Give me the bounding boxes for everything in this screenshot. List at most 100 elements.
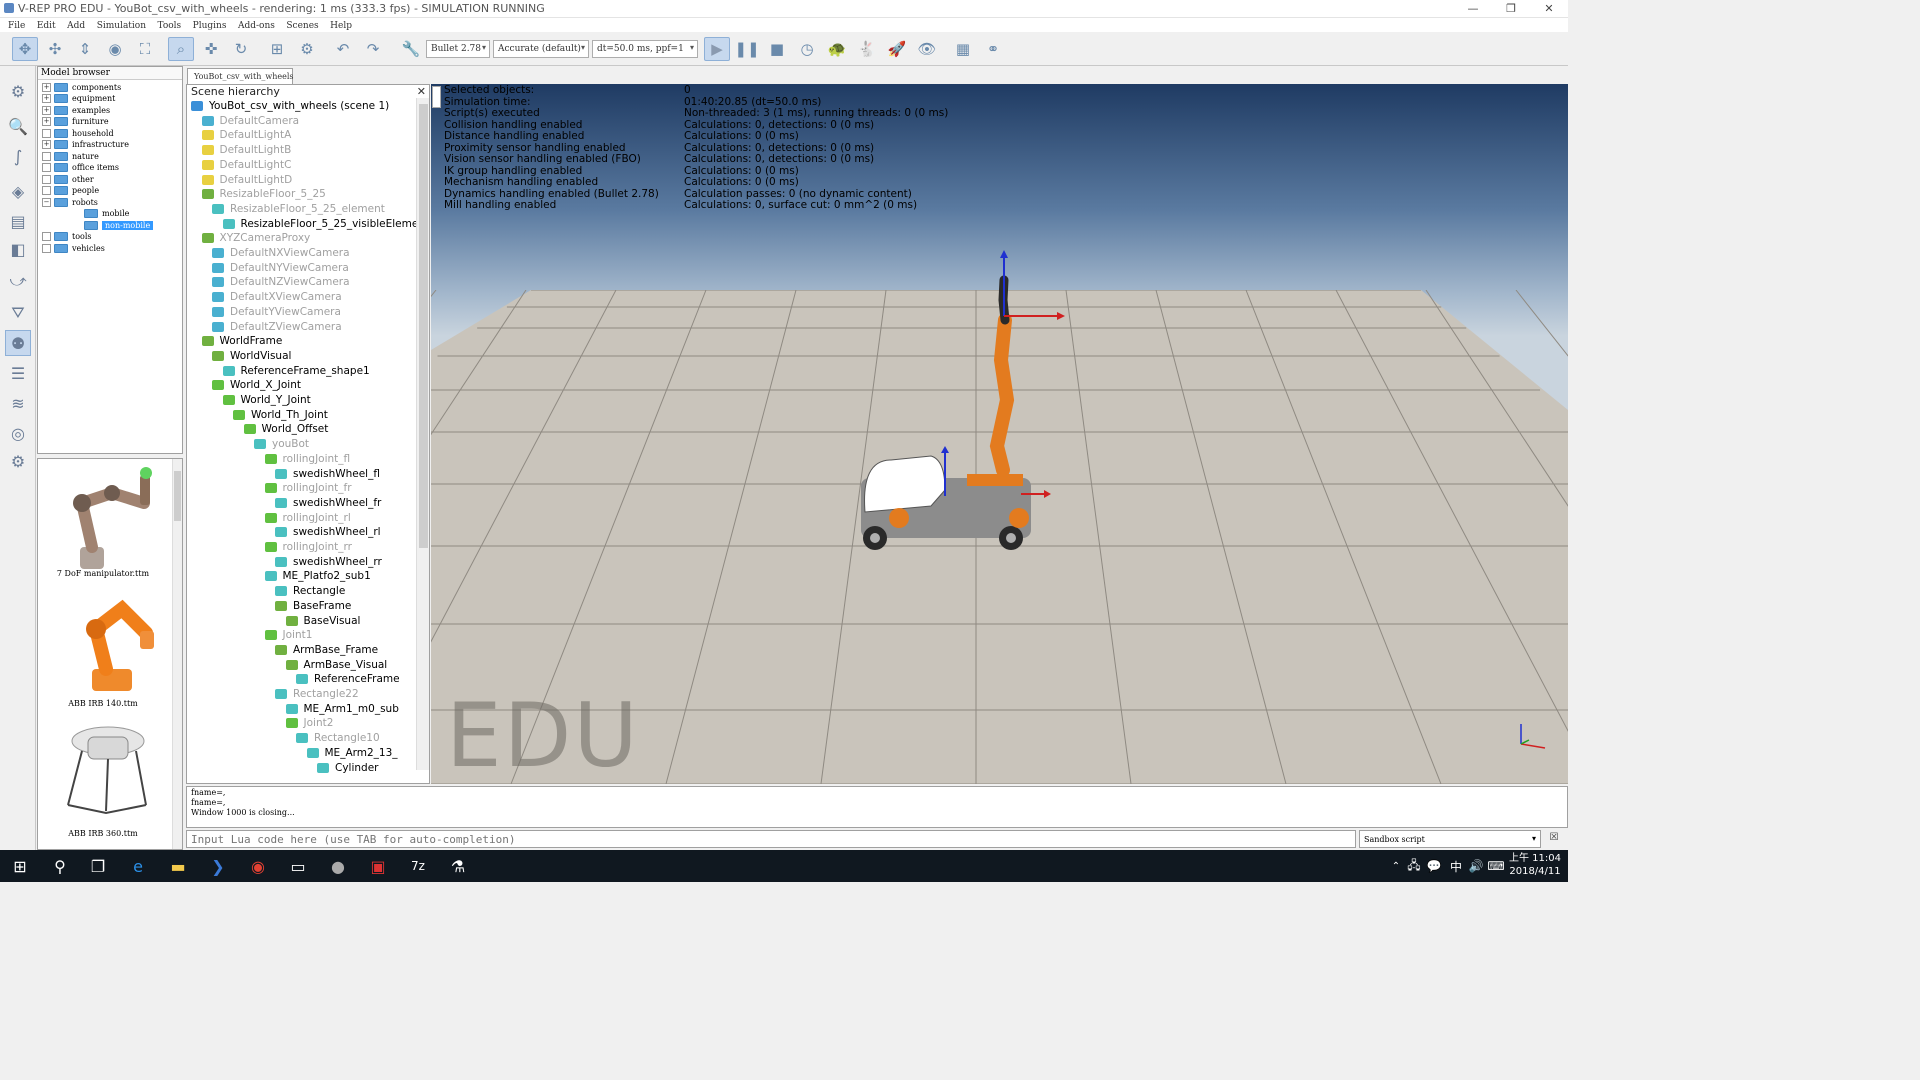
model-folder-item[interactable]: tools xyxy=(42,231,92,243)
script-icon[interactable]: ∫ xyxy=(5,143,31,169)
selection-icon[interactable]: ⛛ xyxy=(5,300,31,326)
chevron-up-icon[interactable]: ⌃ xyxy=(1386,850,1406,882)
slow-down-icon[interactable]: 🐢 xyxy=(824,37,850,61)
camera-shift-icon[interactable]: ⇕ xyxy=(72,37,98,61)
hierarchy-item[interactable]: DefaultZViewCamera xyxy=(212,320,342,334)
realtime-mode-icon[interactable]: ◷ xyxy=(794,37,820,61)
shape-edit-icon[interactable]: ◧ xyxy=(5,236,31,262)
hierarchy-item[interactable]: Joint1 xyxy=(264,628,312,642)
expander-icon[interactable] xyxy=(42,128,51,138)
script-context-select[interactable]: Sandbox script ▾ xyxy=(1359,830,1541,848)
model-folder-item[interactable]: people xyxy=(42,185,99,197)
hierarchy-item[interactable]: DefaultYViewCamera xyxy=(212,305,341,319)
model-folder-item[interactable]: household xyxy=(42,127,114,139)
hierarchy-item[interactable]: rollingJoint_fl xyxy=(264,452,350,466)
hierarchy-item[interactable]: World_Y_Joint xyxy=(222,393,311,407)
hierarchy-item[interactable]: XYZCameraProxy xyxy=(201,231,310,245)
notification-icon[interactable]: 💬 xyxy=(1424,850,1444,882)
expander-icon[interactable] xyxy=(42,186,51,195)
collections-icon[interactable]: ◈ xyxy=(5,178,31,204)
minimize-icon[interactable]: — xyxy=(1454,0,1492,18)
hierarchy-item[interactable]: DefaultLightC xyxy=(201,158,291,172)
thumbnail-scrollbar[interactable] xyxy=(172,459,182,849)
path-edit-icon[interactable]: ⤻ xyxy=(5,268,31,294)
expander-icon[interactable] xyxy=(42,163,51,172)
hierarchy-item[interactable]: YouBot_csv_with_wheels (scene 1) xyxy=(191,99,389,113)
hierarchy-item[interactable]: Rectangle10 xyxy=(296,731,380,745)
hierarchy-item[interactable]: WorldFrame xyxy=(201,334,282,348)
threaded-rendering-icon[interactable]: 🚀 xyxy=(884,37,910,61)
model-folder-item[interactable]: nature xyxy=(42,150,99,162)
thumbnail-7dof-manipulator[interactable] xyxy=(52,463,162,575)
object-shift-icon[interactable]: ✜ xyxy=(198,37,224,61)
app-icon[interactable]: ▣ xyxy=(358,850,398,882)
edge-browser-icon[interactable]: e xyxy=(118,850,158,882)
powershell-icon[interactable]: ❯ xyxy=(198,850,238,882)
start-icon[interactable]: ⊞ xyxy=(0,850,40,882)
model-folder-item[interactable]: + examples xyxy=(42,104,110,116)
expander-icon[interactable] xyxy=(42,174,51,184)
hierarchy-item[interactable]: ArmBase_Visual xyxy=(285,658,387,672)
hierarchy-item[interactable]: DefaultNXViewCamera xyxy=(212,246,350,260)
search-icon[interactable]: ⚲ xyxy=(40,850,80,882)
hierarchy-item[interactable]: DefaultLightD xyxy=(201,173,292,187)
scrollbar-thumb[interactable] xyxy=(174,471,181,521)
model-browser-toggle-icon[interactable]: ⚉ xyxy=(5,330,31,356)
expander-icon[interactable]: + xyxy=(42,105,51,115)
hierarchy-item[interactable]: ME_Platfo2_sub1 xyxy=(264,569,371,583)
scene-object-properties-icon[interactable]: ⚙ xyxy=(5,78,31,104)
input-method-icon[interactable]: ⌨ xyxy=(1486,850,1506,882)
hierarchy-item[interactable]: WorldVisual xyxy=(212,349,291,363)
hierarchy-item[interactable]: youBot xyxy=(254,437,309,451)
expander-icon[interactable] xyxy=(42,243,51,253)
expander-icon[interactable] xyxy=(42,151,51,161)
ime-indicator[interactable]: 中 xyxy=(1446,850,1466,882)
hierarchy-item[interactable]: swedishWheel_rr xyxy=(275,555,382,569)
youbot-robot[interactable] xyxy=(851,250,1091,560)
expander-icon[interactable]: + xyxy=(42,140,51,149)
layers-icon[interactable]: ≋ xyxy=(5,390,31,416)
vrep-icon[interactable]: ● xyxy=(318,850,358,882)
scripts-list-icon[interactable]: ▤ xyxy=(5,208,31,234)
7zip-icon[interactable]: 7z xyxy=(398,850,438,882)
hierarchy-item[interactable]: DefaultLightB xyxy=(201,143,291,157)
stop-simulation-icon[interactable]: ■ xyxy=(764,37,790,61)
network-icon[interactable]: 🖧 xyxy=(1404,850,1424,882)
model-folder-item[interactable]: other xyxy=(42,173,94,185)
task-view-icon[interactable]: ❐ xyxy=(78,850,118,882)
close-icon[interactable]: ✕ xyxy=(1530,0,1568,18)
accuracy-select[interactable]: Accurate (default) ▾ xyxy=(493,40,589,58)
hierarchy-item[interactable]: rollingJoint_fr xyxy=(264,481,352,495)
click-select-icon[interactable]: ⌕ xyxy=(168,37,194,61)
model-folder-item[interactable]: + infrastructure xyxy=(42,139,129,151)
hierarchy-item[interactable]: Cylinder xyxy=(317,761,378,775)
physics-engine-select[interactable]: Bullet 2.78 ▾ xyxy=(426,40,490,58)
assemble-icon[interactable]: ⊞ xyxy=(264,37,290,61)
model-folder-item[interactable]: office items xyxy=(42,162,119,174)
hierarchy-item[interactable]: ME_Arm2_13_ xyxy=(306,746,398,760)
hierarchy-item[interactable]: World_X_Joint xyxy=(212,378,301,392)
video-recorder-icon[interactable]: ◎ xyxy=(5,420,31,446)
model-folder-item[interactable]: − robots xyxy=(42,196,98,208)
speed-up-icon[interactable]: 🐇 xyxy=(854,37,880,61)
camera-rotate-icon[interactable]: ✣ xyxy=(42,37,68,61)
file-explorer-icon[interactable]: ▬ xyxy=(158,850,198,882)
hierarchy-item[interactable]: rollingJoint_rl xyxy=(264,511,351,525)
hierarchy-item[interactable]: ME_Arm1_m0_sub xyxy=(285,702,399,716)
hierarchy-item[interactable]: ReferenceFrame_shape1 xyxy=(222,364,370,378)
hierarchy-item[interactable]: DefaultCamera xyxy=(201,114,299,128)
model-folder-item[interactable]: mobile xyxy=(72,208,129,220)
object-rotate-icon[interactable]: ↻ xyxy=(228,37,254,61)
hierarchy-item[interactable]: Rectangle22 xyxy=(275,687,359,701)
model-folder-item[interactable]: + equipment xyxy=(42,93,115,105)
expander-icon[interactable] xyxy=(42,232,51,241)
close-icon[interactable]: ✕ xyxy=(417,85,426,98)
hierarchy-item[interactable]: ResizableFloor_5_25_visibleElement xyxy=(222,217,429,231)
hierarchy-item[interactable]: rollingJoint_rr xyxy=(264,540,352,554)
hierarchy-item[interactable]: swedishWheel_fl xyxy=(275,467,380,481)
hierarchy-item[interactable]: Joint2 xyxy=(285,716,333,730)
model-folder-item[interactable]: + components xyxy=(42,81,121,93)
expander-icon[interactable]: + xyxy=(42,94,51,103)
undo-icon[interactable]: ↶ xyxy=(330,37,356,61)
hierarchy-item[interactable]: ResizableFloor_5_25 xyxy=(201,187,326,201)
